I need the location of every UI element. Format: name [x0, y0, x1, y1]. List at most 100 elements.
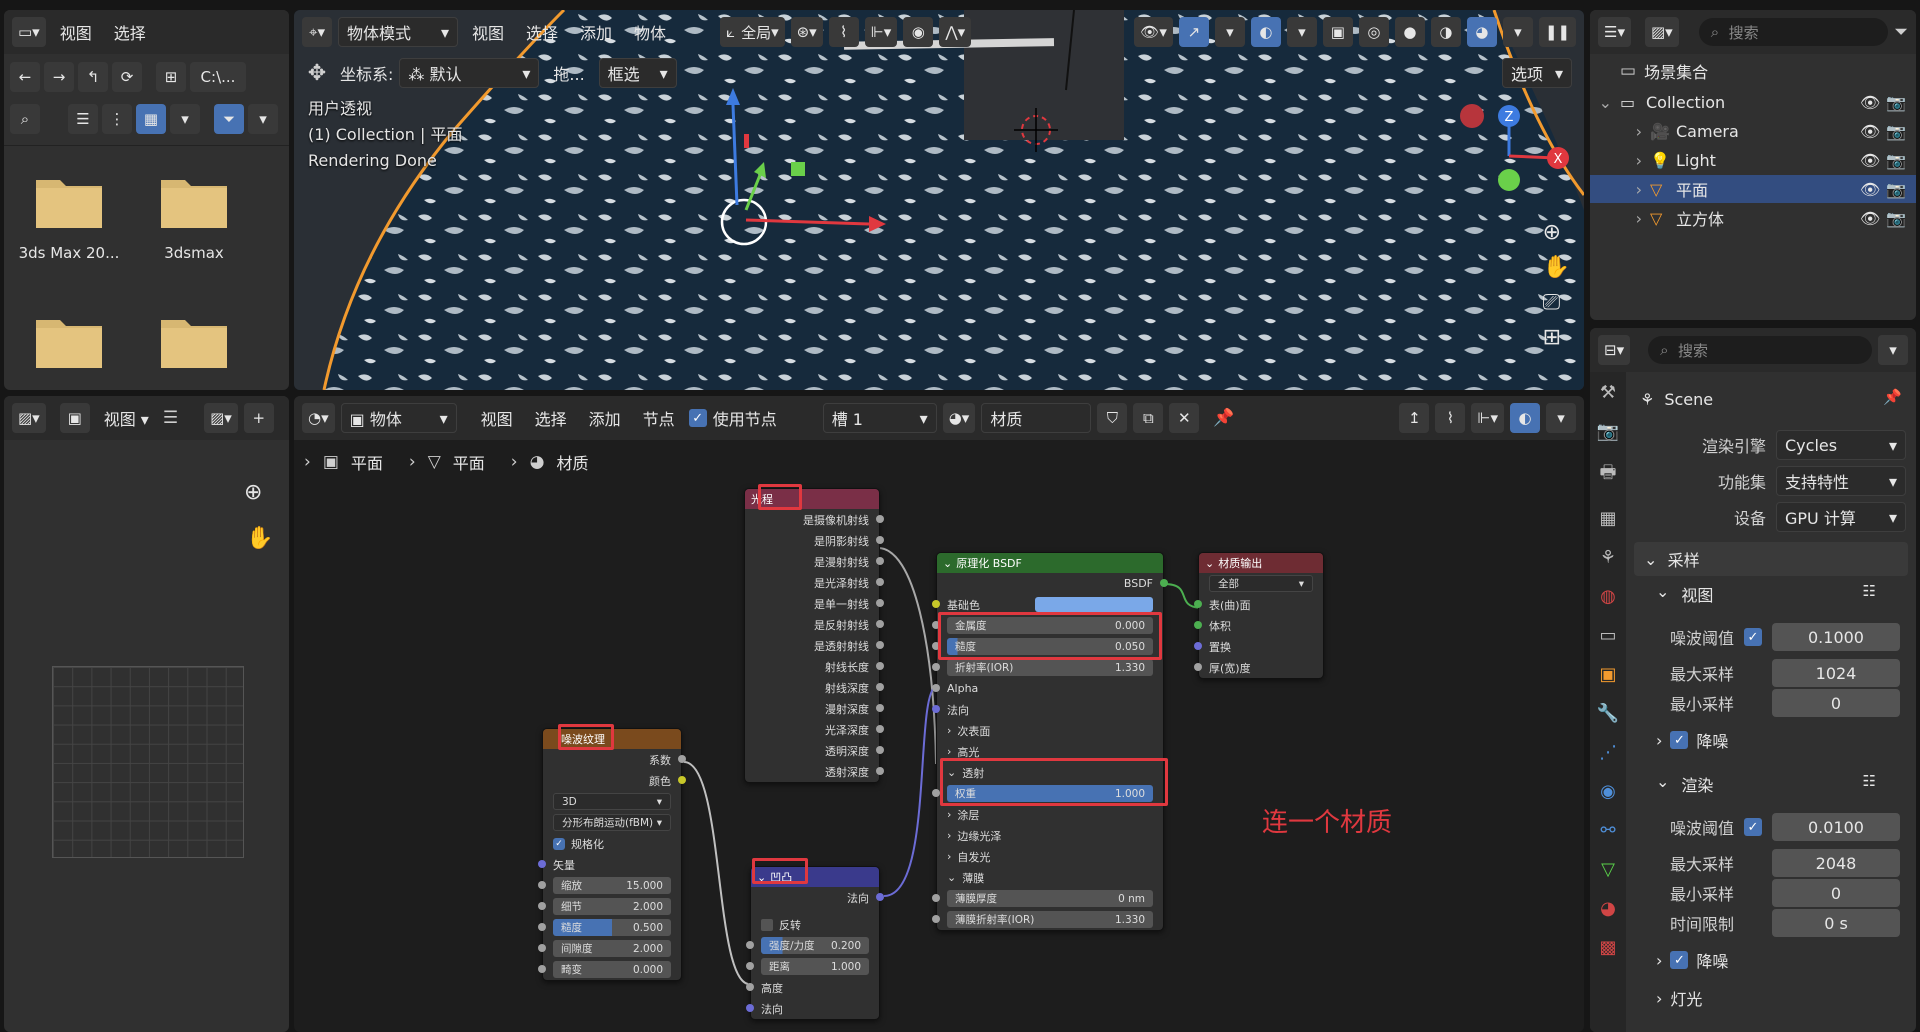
- material-shading-icon[interactable]: ◑: [1430, 17, 1461, 47]
- render-denoise-toggle[interactable]: › ✓ 降噪: [1656, 948, 1728, 972]
- render-subsection[interactable]: ⌄ 渲染: [1656, 772, 1713, 796]
- parent-dir-icon[interactable]: ↰: [78, 62, 108, 92]
- render-noise-checkbox[interactable]: ✓: [1744, 818, 1762, 836]
- menu-view[interactable]: 视图: [52, 20, 100, 44]
- menu-add[interactable]: 添加: [572, 20, 620, 44]
- filter-dropdown-icon[interactable]: ▾: [248, 104, 278, 134]
- outliner-search-field[interactable]: ⌕ 搜索: [1698, 18, 1889, 46]
- image-browse-icon[interactable]: ▨▾: [204, 403, 238, 433]
- new-folder-icon[interactable]: ⊞: [156, 62, 186, 92]
- display-dropdown-icon[interactable]: ▾: [170, 104, 200, 134]
- uv-grid[interactable]: [52, 666, 244, 858]
- pivot-icon[interactable]: ⊛▾: [790, 17, 823, 47]
- viewport-noise-threshold-field[interactable]: 0.1000: [1772, 623, 1900, 651]
- constraints-tab-icon[interactable]: ⚯: [1600, 820, 1615, 841]
- hide-eye-icon[interactable]: 👁: [1860, 209, 1886, 228]
- outliner-row[interactable]: ⌄ ▭ Collection 👁 📷: [1590, 88, 1916, 116]
- render-max-samples-field[interactable]: 2048: [1772, 849, 1900, 877]
- camera-view-icon[interactable]: ⎚: [1543, 290, 1570, 315]
- new-image-icon[interactable]: +: [243, 403, 274, 433]
- texture-tab-icon[interactable]: ▩: [1599, 937, 1616, 958]
- move-icon[interactable]: ✥: [300, 61, 334, 86]
- bsdf-node-header[interactable]: ⌄ 原理化 BSDF: [937, 553, 1163, 573]
- world-tab-icon[interactable]: ◍: [1600, 586, 1616, 607]
- expand-chevron-icon[interactable]: ›: [1590, 209, 1650, 228]
- editor-type-button[interactable]: ▨▾: [12, 403, 46, 433]
- gizmo-toggle-icon[interactable]: ↗: [1178, 17, 1209, 47]
- snap-icon[interactable]: ⌇: [828, 17, 859, 47]
- image-mode-icon[interactable]: ▣: [59, 403, 90, 433]
- render-camera-icon[interactable]: 📷: [1886, 93, 1916, 112]
- overlay-dropdown-icon[interactable]: ▾: [1286, 17, 1317, 47]
- mode-dropdown[interactable]: 物体模式 ▾: [338, 17, 458, 47]
- xray-icon[interactable]: ▣: [1322, 17, 1353, 47]
- folder-item[interactable]: 3dsmax: [139, 170, 249, 262]
- render-noise-threshold-field[interactable]: 0.0100: [1772, 813, 1900, 841]
- hide-eye-icon[interactable]: 👁: [1860, 180, 1886, 199]
- expand-chevron-icon[interactable]: ›: [1590, 151, 1650, 170]
- folder-item[interactable]: [139, 310, 249, 374]
- expand-chevron-icon[interactable]: ⌄: [1590, 93, 1620, 112]
- filter-icon[interactable]: ⏷: [214, 104, 244, 134]
- outliner-row[interactable]: › ▽ 立方体 👁 📷: [1590, 204, 1916, 232]
- transform-orientation-button[interactable]: ⟀ 全局 ▾: [720, 17, 785, 47]
- render-camera-icon[interactable]: 📷: [1886, 122, 1916, 141]
- lights-section[interactable]: › 灯光: [1656, 986, 1702, 1010]
- short-list-icon[interactable]: ⋮: [102, 104, 132, 134]
- render-tab-icon[interactable]: 📷: [1597, 421, 1619, 442]
- collection-tab-icon[interactable]: ▭: [1599, 625, 1616, 646]
- coord-dropdown[interactable]: ⁂ 默认 ▾: [399, 58, 540, 88]
- particles-tab-icon[interactable]: ⋰: [1599, 742, 1617, 763]
- hide-eye-icon[interactable]: 👁: [1860, 122, 1886, 141]
- editor-type-button[interactable]: ☰▾: [1598, 17, 1631, 47]
- viewport-denoise-toggle[interactable]: › ✓ 降噪: [1656, 728, 1728, 752]
- ortho-grid-icon[interactable]: ⊞: [1543, 325, 1570, 350]
- rendered-shading-icon[interactable]: ◕: [1466, 17, 1497, 47]
- list-icon[interactable]: ☷: [1863, 582, 1876, 600]
- gizmo-dropdown-icon[interactable]: ▾: [1214, 17, 1245, 47]
- tool-tab-icon[interactable]: ⚒: [1600, 382, 1616, 403]
- subsurface-panel[interactable]: › 次表面: [937, 720, 1163, 741]
- pause-render-icon[interactable]: ❚❚: [1538, 17, 1576, 47]
- physics-tab-icon[interactable]: ◉: [1600, 781, 1616, 802]
- search-icon[interactable]: ⌕: [10, 104, 40, 134]
- menu-object[interactable]: 物体: [626, 20, 674, 44]
- menu-select[interactable]: 选择: [106, 20, 154, 44]
- proportional-edit-icon[interactable]: ◉: [903, 17, 934, 47]
- viewport-min-samples-field[interactable]: 0: [1772, 689, 1900, 717]
- hide-eye-icon[interactable]: 👁: [1860, 151, 1886, 170]
- shader-node-editor[interactable]: ◔▾ ▣ 物体 ▾ 视图 选择 添加 节点 ✓ 使用节点 槽 1 ▾ ◕▾ 材质 ⛉…: [294, 396, 1584, 1032]
- viewport-subsection[interactable]: ⌄ 视图: [1656, 582, 1713, 606]
- path-field[interactable]: C:\...: [190, 62, 246, 92]
- wireframe-shading-icon[interactable]: ◎: [1358, 17, 1389, 47]
- material-output-node[interactable]: ⌄ 材质输出 全部 ▾ 表(曲)面 体积 置换 厚(宽)度: [1194, 552, 1324, 679]
- expand-chevron-icon[interactable]: ›: [1590, 180, 1650, 199]
- list-icon[interactable]: ☷: [1863, 772, 1876, 790]
- display-mode-icon[interactable]: ▨▾: [1644, 17, 1679, 47]
- render-engine-dropdown[interactable]: Cycles ▾: [1776, 430, 1906, 460]
- shading-dropdown-icon[interactable]: ▾: [1502, 17, 1533, 47]
- sheen-panel[interactable]: › 边缘光泽: [937, 825, 1163, 846]
- bump-node[interactable]: ⌄ 凹凸 法向 反转 强度/力度 0.200 距离 1.000 高度 法向: [746, 866, 884, 1020]
- pan-hand-icon[interactable]: ✋: [1543, 255, 1570, 280]
- device-dropdown[interactable]: GPU 计算 ▾: [1776, 502, 1906, 532]
- menu-view[interactable]: 视图 ▾: [96, 406, 157, 430]
- editor-type-button[interactable]: ⊟▾: [1598, 335, 1631, 365]
- zoom-icon[interactable]: ⊕: [244, 480, 262, 505]
- 3d-viewport[interactable]: Z X ⌖▾ 物体模式 ▾ 视图 选择 添加 物体 ⟀ 全局 ▾ ⊛▾ ⌇ ⊩▾ ◉…: [294, 10, 1584, 390]
- material-output-header[interactable]: ⌄ 材质输出: [1199, 553, 1323, 573]
- output-tab-icon[interactable]: 🖶: [1600, 460, 1617, 490]
- expand-chevron-icon[interactable]: ›: [1590, 122, 1650, 141]
- emission-panel[interactable]: › 自发光: [937, 846, 1163, 867]
- menu-view[interactable]: 视图: [464, 20, 512, 44]
- overlay-toggle-icon[interactable]: ◐: [1250, 17, 1281, 47]
- pin-icon[interactable]: 📌: [1883, 388, 1902, 406]
- noise-texture-node[interactable]: 噪波纹理 系数 颜色 3D ▾ 分形布朗运动(fBM) ▾ ✓ 规格化 矢量 缩放 15…: [538, 728, 686, 981]
- editor-type-button[interactable]: ⌖▾: [302, 17, 332, 47]
- base-color-swatch[interactable]: [1035, 597, 1153, 612]
- list-view-icon[interactable]: ☰: [68, 104, 98, 134]
- thin-film-panel[interactable]: ⌄ 薄膜: [937, 867, 1163, 888]
- folder-item[interactable]: [14, 310, 124, 374]
- editor-type-button[interactable]: ▭▾: [12, 17, 46, 47]
- pan-hand-icon[interactable]: ✋: [246, 526, 273, 551]
